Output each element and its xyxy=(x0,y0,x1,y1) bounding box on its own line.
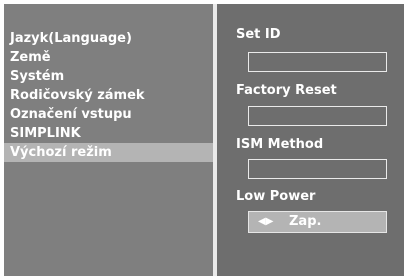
factory-reset-field[interactable] xyxy=(248,106,387,126)
set-id-field[interactable] xyxy=(248,52,387,72)
main-menu: Jazyk(Language) Země Systém Rodičovský z… xyxy=(4,29,213,162)
menu-item-input-label[interactable]: Označení vstupu xyxy=(4,105,213,124)
menu-item-language[interactable]: Jazyk(Language) xyxy=(4,29,213,48)
ism-method-field[interactable] xyxy=(248,159,387,179)
low-power-label: Low Power xyxy=(236,189,316,204)
ism-method-label: ISM Method xyxy=(236,137,324,152)
low-power-selector[interactable]: ◀▶ Zap. xyxy=(248,211,387,233)
menu-item-parental-lock[interactable]: Rodičovský zámek xyxy=(4,86,213,105)
low-power-value: Zap. xyxy=(289,214,322,229)
main-menu-panel: Jazyk(Language) Země Systém Rodičovský z… xyxy=(4,4,213,276)
menu-item-simplink[interactable]: SIMPLINK xyxy=(4,124,213,143)
menu-item-system[interactable]: Systém xyxy=(4,67,213,86)
osd-window: Jazyk(Language) Země Systém Rodičovský z… xyxy=(4,4,404,276)
menu-item-default-mode[interactable]: Výchozí režim xyxy=(4,143,213,162)
settings-panel: Set ID Factory Reset ISM Method Low Powe… xyxy=(217,4,404,276)
menu-item-country[interactable]: Země xyxy=(4,48,213,67)
set-id-label: Set ID xyxy=(236,27,281,42)
left-right-arrows-icon: ◀▶ xyxy=(258,216,274,227)
factory-reset-label: Factory Reset xyxy=(236,83,337,98)
